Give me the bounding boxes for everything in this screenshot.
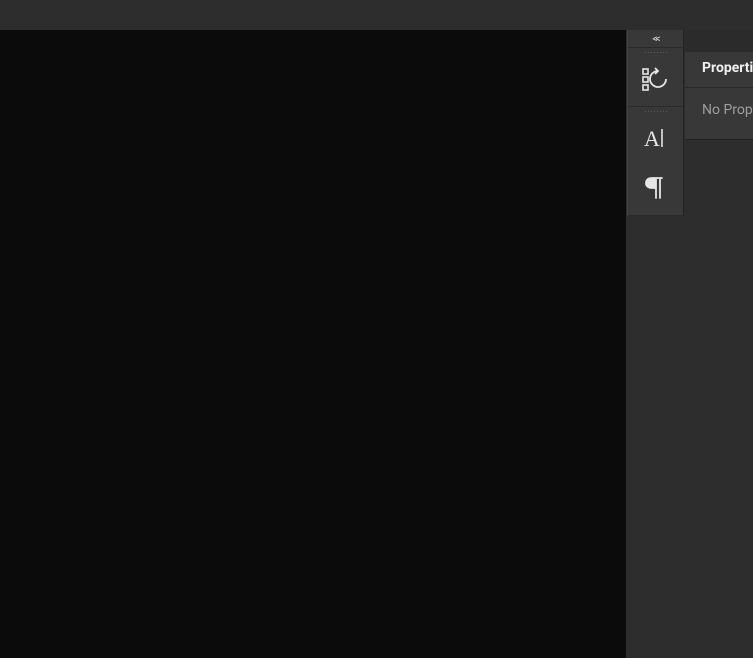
panel-title[interactable]: Properties <box>685 52 753 88</box>
document-canvas[interactable] <box>0 30 626 658</box>
panel-body-text: No Properties <box>702 102 753 118</box>
drag-grip-icon[interactable] <box>628 48 683 56</box>
paragraph-icon <box>644 176 666 204</box>
character-panel-button[interactable]: A <box>628 115 682 165</box>
application-top-bar <box>0 0 753 30</box>
tool-group-1 <box>628 48 683 107</box>
panel-tab-strip[interactable] <box>685 30 753 52</box>
collapsed-panel-dock: << A <box>627 30 684 216</box>
last-used-panel-button[interactable] <box>628 56 682 106</box>
tool-group-2: A <box>628 107 683 216</box>
panel-empty-area <box>685 140 753 658</box>
double-chevron-left-icon: << <box>652 34 658 45</box>
panel-body: No Properties <box>685 88 753 140</box>
panel-title-text: Properties <box>702 60 753 76</box>
drag-grip-icon[interactable] <box>628 107 683 115</box>
svg-text:A: A <box>644 126 660 151</box>
character-icon: A <box>642 125 668 155</box>
properties-panel: Properties No Properties <box>685 30 753 658</box>
paragraph-panel-button[interactable] <box>628 165 682 215</box>
expand-panels-button[interactable]: << <box>628 30 683 48</box>
last-used-icon <box>642 67 668 95</box>
